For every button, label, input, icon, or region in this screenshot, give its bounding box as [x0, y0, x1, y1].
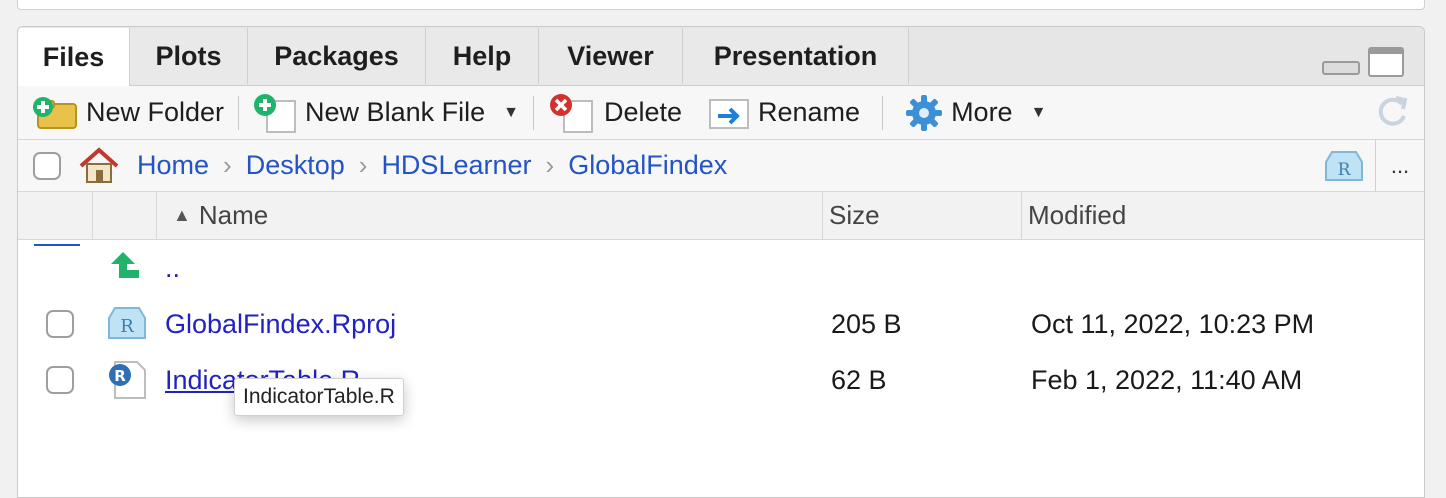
minimize-icon[interactable]	[1322, 61, 1360, 75]
breadcrumb-globalfindex[interactable]: GlobalFindex	[568, 150, 727, 181]
new-file-icon	[254, 93, 297, 133]
header-checkbox-column	[18, 192, 93, 239]
chevron-right-icon: ›	[223, 150, 232, 180]
rename-label: Rename	[758, 97, 861, 127]
table-row[interactable]: R IndicatorTable.R 62 B Feb 1, 2022, 11:…	[18, 352, 1424, 408]
toolbar-separator	[532, 95, 534, 130]
delete-label: Delete	[603, 97, 682, 127]
tab-packages[interactable]: Packages	[248, 28, 426, 84]
refresh-icon[interactable]	[1374, 94, 1410, 130]
file-size: 205 B	[831, 308, 902, 339]
files-pane: Files Plots Packages Help Viewer Present…	[17, 26, 1425, 498]
file-modified: Feb 1, 2022, 11:40 AM	[1031, 364, 1303, 395]
file-size: 62 B	[831, 364, 887, 395]
svg-text:R: R	[1338, 160, 1352, 180]
tab-bar: Files Plots Packages Help Viewer Present…	[18, 27, 1424, 86]
delete-button[interactable]: Delete	[540, 91, 690, 135]
gear-icon	[906, 94, 943, 131]
window-controls	[1322, 47, 1404, 77]
header-size-label: Size	[829, 200, 880, 230]
project-icon[interactable]: R	[1324, 148, 1364, 184]
files-toolbar: New Folder New Blank File ▼ Delete Renam…	[18, 86, 1424, 140]
file-table-header: ▲ Name Size Modified	[18, 192, 1424, 240]
new-folder-button[interactable]: New Folder	[24, 91, 232, 135]
chevron-down-icon: ▼	[503, 103, 519, 121]
rename-icon	[709, 98, 749, 129]
table-row[interactable]: ..	[18, 240, 1424, 296]
header-name[interactable]: ▲ Name	[157, 192, 823, 239]
tab-viewer[interactable]: Viewer	[539, 28, 683, 84]
header-icon-column	[93, 192, 157, 239]
row-checkbox[interactable]	[46, 366, 74, 394]
tab-help[interactable]: Help	[426, 28, 539, 84]
table-row[interactable]: R GlobalFindex.Rproj 205 B Oct 11, 2022,…	[18, 296, 1424, 352]
new-folder-icon	[33, 96, 77, 129]
rename-button[interactable]: Rename	[700, 91, 868, 135]
svg-text:R: R	[114, 367, 126, 385]
svg-text:R: R	[120, 316, 134, 337]
parent-directory-link[interactable]: ..	[165, 240, 180, 296]
breadcrumb-desktop[interactable]: Desktop	[246, 150, 345, 181]
delete-icon	[549, 93, 593, 133]
maximize-icon[interactable]	[1368, 47, 1404, 77]
file-name-tooltip: IndicatorTable.R	[234, 378, 404, 416]
header-name-label: Name	[198, 200, 269, 230]
sort-ascending-icon: ▲	[173, 205, 191, 225]
focus-marker	[34, 244, 80, 246]
tab-files[interactable]: Files	[18, 28, 130, 86]
new-folder-label: New Folder	[86, 97, 225, 127]
breadcrumb: Home › Desktop › HDSLearner › GlobalFind…	[18, 140, 1424, 192]
header-size[interactable]: Size	[823, 192, 1022, 239]
new-blank-file-label: New Blank File	[305, 97, 486, 127]
tab-presentation[interactable]: Presentation	[683, 28, 909, 84]
rproj-file-icon: R	[108, 307, 146, 339]
up-arrow-icon	[111, 252, 139, 278]
chevron-down-icon: ▼	[1030, 103, 1047, 121]
more-label: More	[951, 97, 1013, 127]
toolbar-separator	[882, 95, 884, 130]
file-modified: Oct 11, 2022, 10:23 PM	[1031, 308, 1315, 339]
more-button[interactable]: More ▼	[897, 91, 1054, 135]
new-blank-file-button[interactable]: New Blank File ▼	[245, 91, 527, 135]
toolbar-separator	[238, 95, 240, 130]
select-all-checkbox[interactable]	[33, 151, 61, 180]
breadcrumb-home[interactable]: Home	[137, 150, 209, 181]
header-modified-label: Modified	[1028, 200, 1127, 230]
file-name-link[interactable]: GlobalFindex.Rproj	[165, 296, 396, 352]
row-checkbox[interactable]	[46, 310, 74, 338]
tab-plots[interactable]: Plots	[130, 28, 248, 84]
r-script-icon: R	[109, 361, 146, 399]
more-options-button[interactable]: ...	[1375, 140, 1424, 191]
chevron-right-icon: ›	[358, 150, 368, 180]
home-icon[interactable]	[77, 146, 121, 186]
upper-pane-edge	[17, 0, 1425, 10]
chevron-right-icon: ›	[545, 150, 555, 180]
breadcrumb-hdslearner[interactable]: HDSLearner	[381, 150, 531, 181]
header-modified[interactable]: Modified	[1022, 192, 1424, 239]
